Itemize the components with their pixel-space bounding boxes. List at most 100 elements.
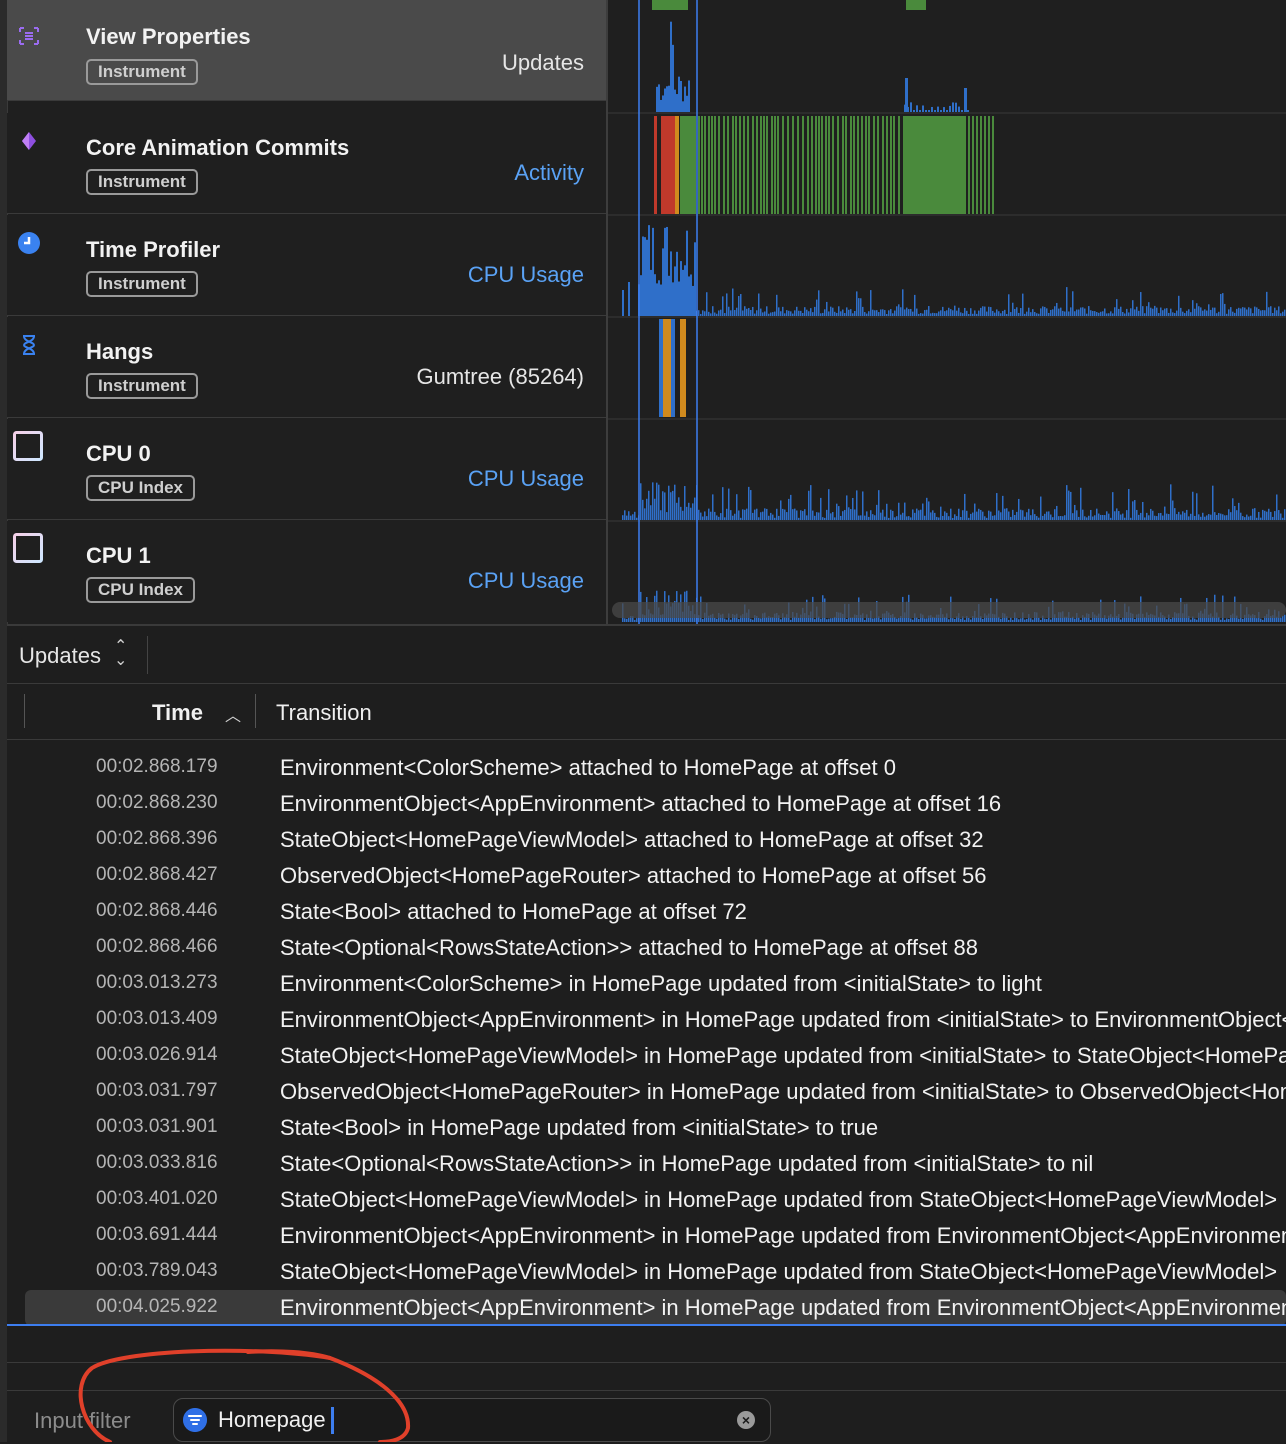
cpu-usage-bar: [910, 517, 912, 520]
commit-bar: [898, 116, 900, 214]
table-row[interactable]: 00:03.789.043 StateObject<HomePageViewMod…: [7, 1254, 1286, 1290]
row-transition: State<Optional<RowsStateAction>> in Home…: [280, 1151, 1094, 1176]
cpu-usage-bar: [752, 306, 754, 316]
cpu-usage-bar: [660, 510, 662, 520]
cpu-usage-bar: [1064, 515, 1066, 520]
cpu-usage-bar: [1048, 511, 1050, 520]
table-row[interactable]: 00:02.868.427 ObservedObject<HomePageRout…: [7, 858, 1286, 894]
cpu-usage-bar: [808, 490, 810, 520]
table-row[interactable]: 00:03.013.409 EnvironmentObject<AppEnviro…: [7, 1002, 1286, 1038]
cpu-usage-bar: [1248, 307, 1250, 316]
update-bar: [937, 106, 939, 112]
commit-bar: [774, 116, 776, 214]
track-hangs[interactable]: Hangs Instrument Gumtree (85264): [7, 317, 606, 418]
cpu-usage-bar: [1038, 617, 1040, 622]
table-row[interactable]: 00:03.033.816 State<Optional<RowsStateAct…: [7, 1146, 1286, 1182]
cpu-usage-bar: [1236, 308, 1238, 316]
cpu-usage-bar: [1276, 494, 1278, 520]
cpu-usage-bar: [728, 488, 730, 520]
table-row[interactable]: 00:03.026.914 StateObject<HomePageViewMod…: [7, 1038, 1286, 1074]
table-row[interactable]: 00:02.868.446 State<Bool> attached to Hom…: [7, 894, 1286, 930]
track-view-properties[interactable]: View Properties Instrument Updates: [7, 0, 606, 101]
cpu-usage-bar: [712, 494, 714, 520]
cpu-usage-bar: [898, 618, 900, 622]
track-cpu-1[interactable]: CPU 1 CPU Index CPU Usage: [7, 521, 606, 622]
cpu-usage-bar: [1214, 307, 1216, 316]
cpu-usage-bar: [1046, 619, 1048, 622]
table-row[interactable]: 00:03.031.797 ObservedObject<HomePageRout…: [7, 1074, 1286, 1110]
table-row[interactable]: 00:03.691.444 EnvironmentObject<AppEnviro…: [7, 1218, 1286, 1254]
cpu-usage-bar: [1014, 308, 1016, 316]
table-row[interactable]: 00:02.868.179 Environment<ColorScheme> at…: [7, 750, 1286, 786]
cpu-usage-bar: [862, 306, 864, 316]
update-bar: [910, 102, 912, 112]
cpu-usage-bar: [938, 311, 940, 316]
cpu-usage-bar: [1168, 514, 1170, 520]
view-properties-icon: [19, 27, 39, 45]
cpu-usage-bar: [836, 503, 838, 520]
timeline-graph[interactable]: [608, 0, 1286, 624]
cpu-usage-bar: [924, 618, 926, 622]
cpu-usage-bar: [772, 514, 774, 520]
cpu-usage-bar: [1048, 312, 1050, 316]
cpu-usage-bar: [1004, 508, 1006, 520]
cpu-usage-bar: [662, 491, 664, 520]
table-row[interactable]: 00:03.013.273 Environment<ColorScheme> in…: [7, 966, 1286, 1002]
cpu-usage-bar: [1110, 517, 1112, 520]
table-row[interactable]: 00:02.868.230 EnvironmentObject<AppEnviro…: [7, 786, 1286, 822]
table-row[interactable]: 00:04.025.922 EnvironmentObject<AppEnviro…: [25, 1290, 1286, 1324]
cpu-usage-bar: [752, 619, 754, 622]
cpu-usage-bar: [952, 517, 954, 520]
track-detail-label[interactable]: CPU Usage: [468, 568, 584, 594]
track-detail-label[interactable]: CPU Usage: [468, 262, 584, 288]
track-time-profiler[interactable]: Time Profiler Instrument CPU Usage: [7, 215, 606, 316]
cpu-usage-bar: [1138, 310, 1140, 316]
table-row[interactable]: 00:03.401.020 StateObject<HomePageViewMod…: [7, 1182, 1286, 1218]
clear-icon[interactable]: ×: [737, 1411, 755, 1429]
cpu-usage-bar: [908, 516, 910, 520]
cpu-usage-bar: [1202, 310, 1204, 316]
chevron-up-down-icon[interactable]: ⌃ ⌄: [114, 639, 127, 669]
track-detail-label[interactable]: CPU Usage: [468, 466, 584, 492]
track-detail-label[interactable]: Activity: [514, 160, 584, 186]
cpu-usage-bar: [920, 313, 922, 316]
commit-bar: [825, 116, 827, 214]
cpu-usage-bar: [670, 251, 672, 316]
cpu-usage-bar: [718, 516, 720, 520]
filter-icon[interactable]: [183, 1408, 207, 1432]
column-header-time[interactable]: Time: [152, 700, 203, 726]
update-bar: [660, 99, 662, 112]
track-core-animation-commits[interactable]: Core Animation Commits Instrument Activi…: [7, 113, 606, 214]
cpu-usage-bar: [858, 298, 860, 316]
sort-ascending-icon[interactable]: ︿: [225, 702, 241, 726]
cpu-usage-bar: [968, 313, 970, 316]
commit-bar: [850, 116, 852, 214]
cpu-usage-bar: [1264, 510, 1266, 520]
cpu-usage-bar: [1104, 308, 1106, 316]
cpu-usage-bar: [876, 504, 878, 520]
track-cpu-0[interactable]: CPU 0 CPU Index CPU Usage: [7, 419, 606, 520]
cpu-usage-bar: [742, 310, 744, 316]
commit-bar: [992, 116, 994, 214]
column-header-transition[interactable]: Transition: [276, 700, 372, 726]
cpu-usage-bar: [860, 298, 862, 316]
cpu-usage-bar: [1020, 509, 1022, 520]
table-row[interactable]: 00:03.031.901 State<Bool> in HomePage upd…: [7, 1110, 1286, 1146]
table-row[interactable]: 00:02.868.466 State<Optional<RowsStateAct…: [7, 930, 1286, 966]
filter-field[interactable]: ×: [173, 1398, 771, 1442]
update-bar: [905, 78, 908, 112]
cpu-usage-bar: [702, 310, 704, 316]
cpu-usage-bar: [1110, 311, 1112, 316]
cpu-usage-bar: [1172, 312, 1174, 316]
cpu-usage-bar: [1024, 619, 1026, 622]
cpu-usage-bar: [1118, 308, 1120, 316]
cpu-usage-bar: [884, 516, 886, 520]
cpu-usage-bar: [1030, 312, 1032, 316]
cpu-usage-bar: [830, 513, 832, 520]
cpu-usage-bar: [736, 494, 738, 520]
column-separator[interactable]: [255, 694, 256, 728]
table-row[interactable]: 00:02.868.396 StateObject<HomePageViewMod…: [7, 822, 1286, 858]
detail-view-selector[interactable]: Updates: [19, 643, 101, 669]
timeline-horizontal-scrollbar[interactable]: [612, 602, 1286, 618]
filter-input[interactable]: [218, 1405, 718, 1435]
